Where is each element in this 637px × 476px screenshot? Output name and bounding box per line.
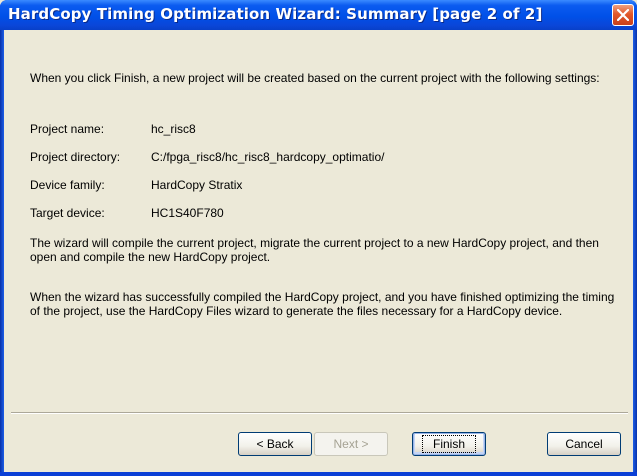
back-button[interactable]: < Back [238,432,312,456]
compile-description: The wizard will compile the current proj… [30,236,599,264]
close-button[interactable] [612,4,634,26]
finish-button[interactable]: Finish [412,432,486,456]
field-value: HardCopy Stratix [151,178,243,192]
window-title: HardCopy Timing Optimization Wizard: Sum… [8,5,543,23]
summary-panel: When you click Finish, a new project wil… [4,30,633,426]
field-value: HC1S40F780 [151,206,224,220]
next-button[interactable]: Next > [314,432,388,456]
window-frame-right [633,30,637,476]
window-frame-bottom [0,472,637,476]
field-value: hc_risc8 [151,122,196,136]
close-icon [617,9,629,21]
field-label: Project name: [30,122,105,136]
next-steps-description: When the wizard has successfully compile… [30,290,615,318]
field-label: Project directory: [30,150,121,164]
field-value: C:/fpga_risc8/hc_risc8_hardcopy_optimati… [151,150,385,164]
wizard-window: HardCopy Timing Optimization Wizard: Sum… [0,0,637,476]
intro-text: When you click Finish, a new project wil… [30,71,600,85]
dialog-body: When you click Finish, a new project wil… [4,30,633,472]
title-bar[interactable]: HardCopy Timing Optimization Wizard: Sum… [0,0,637,30]
button-separator [11,412,628,414]
field-label: Device family: [30,178,105,192]
field-label: Target device: [30,206,105,220]
cancel-button[interactable]: Cancel [547,432,621,456]
finish-button-label: Finish [421,435,476,453]
